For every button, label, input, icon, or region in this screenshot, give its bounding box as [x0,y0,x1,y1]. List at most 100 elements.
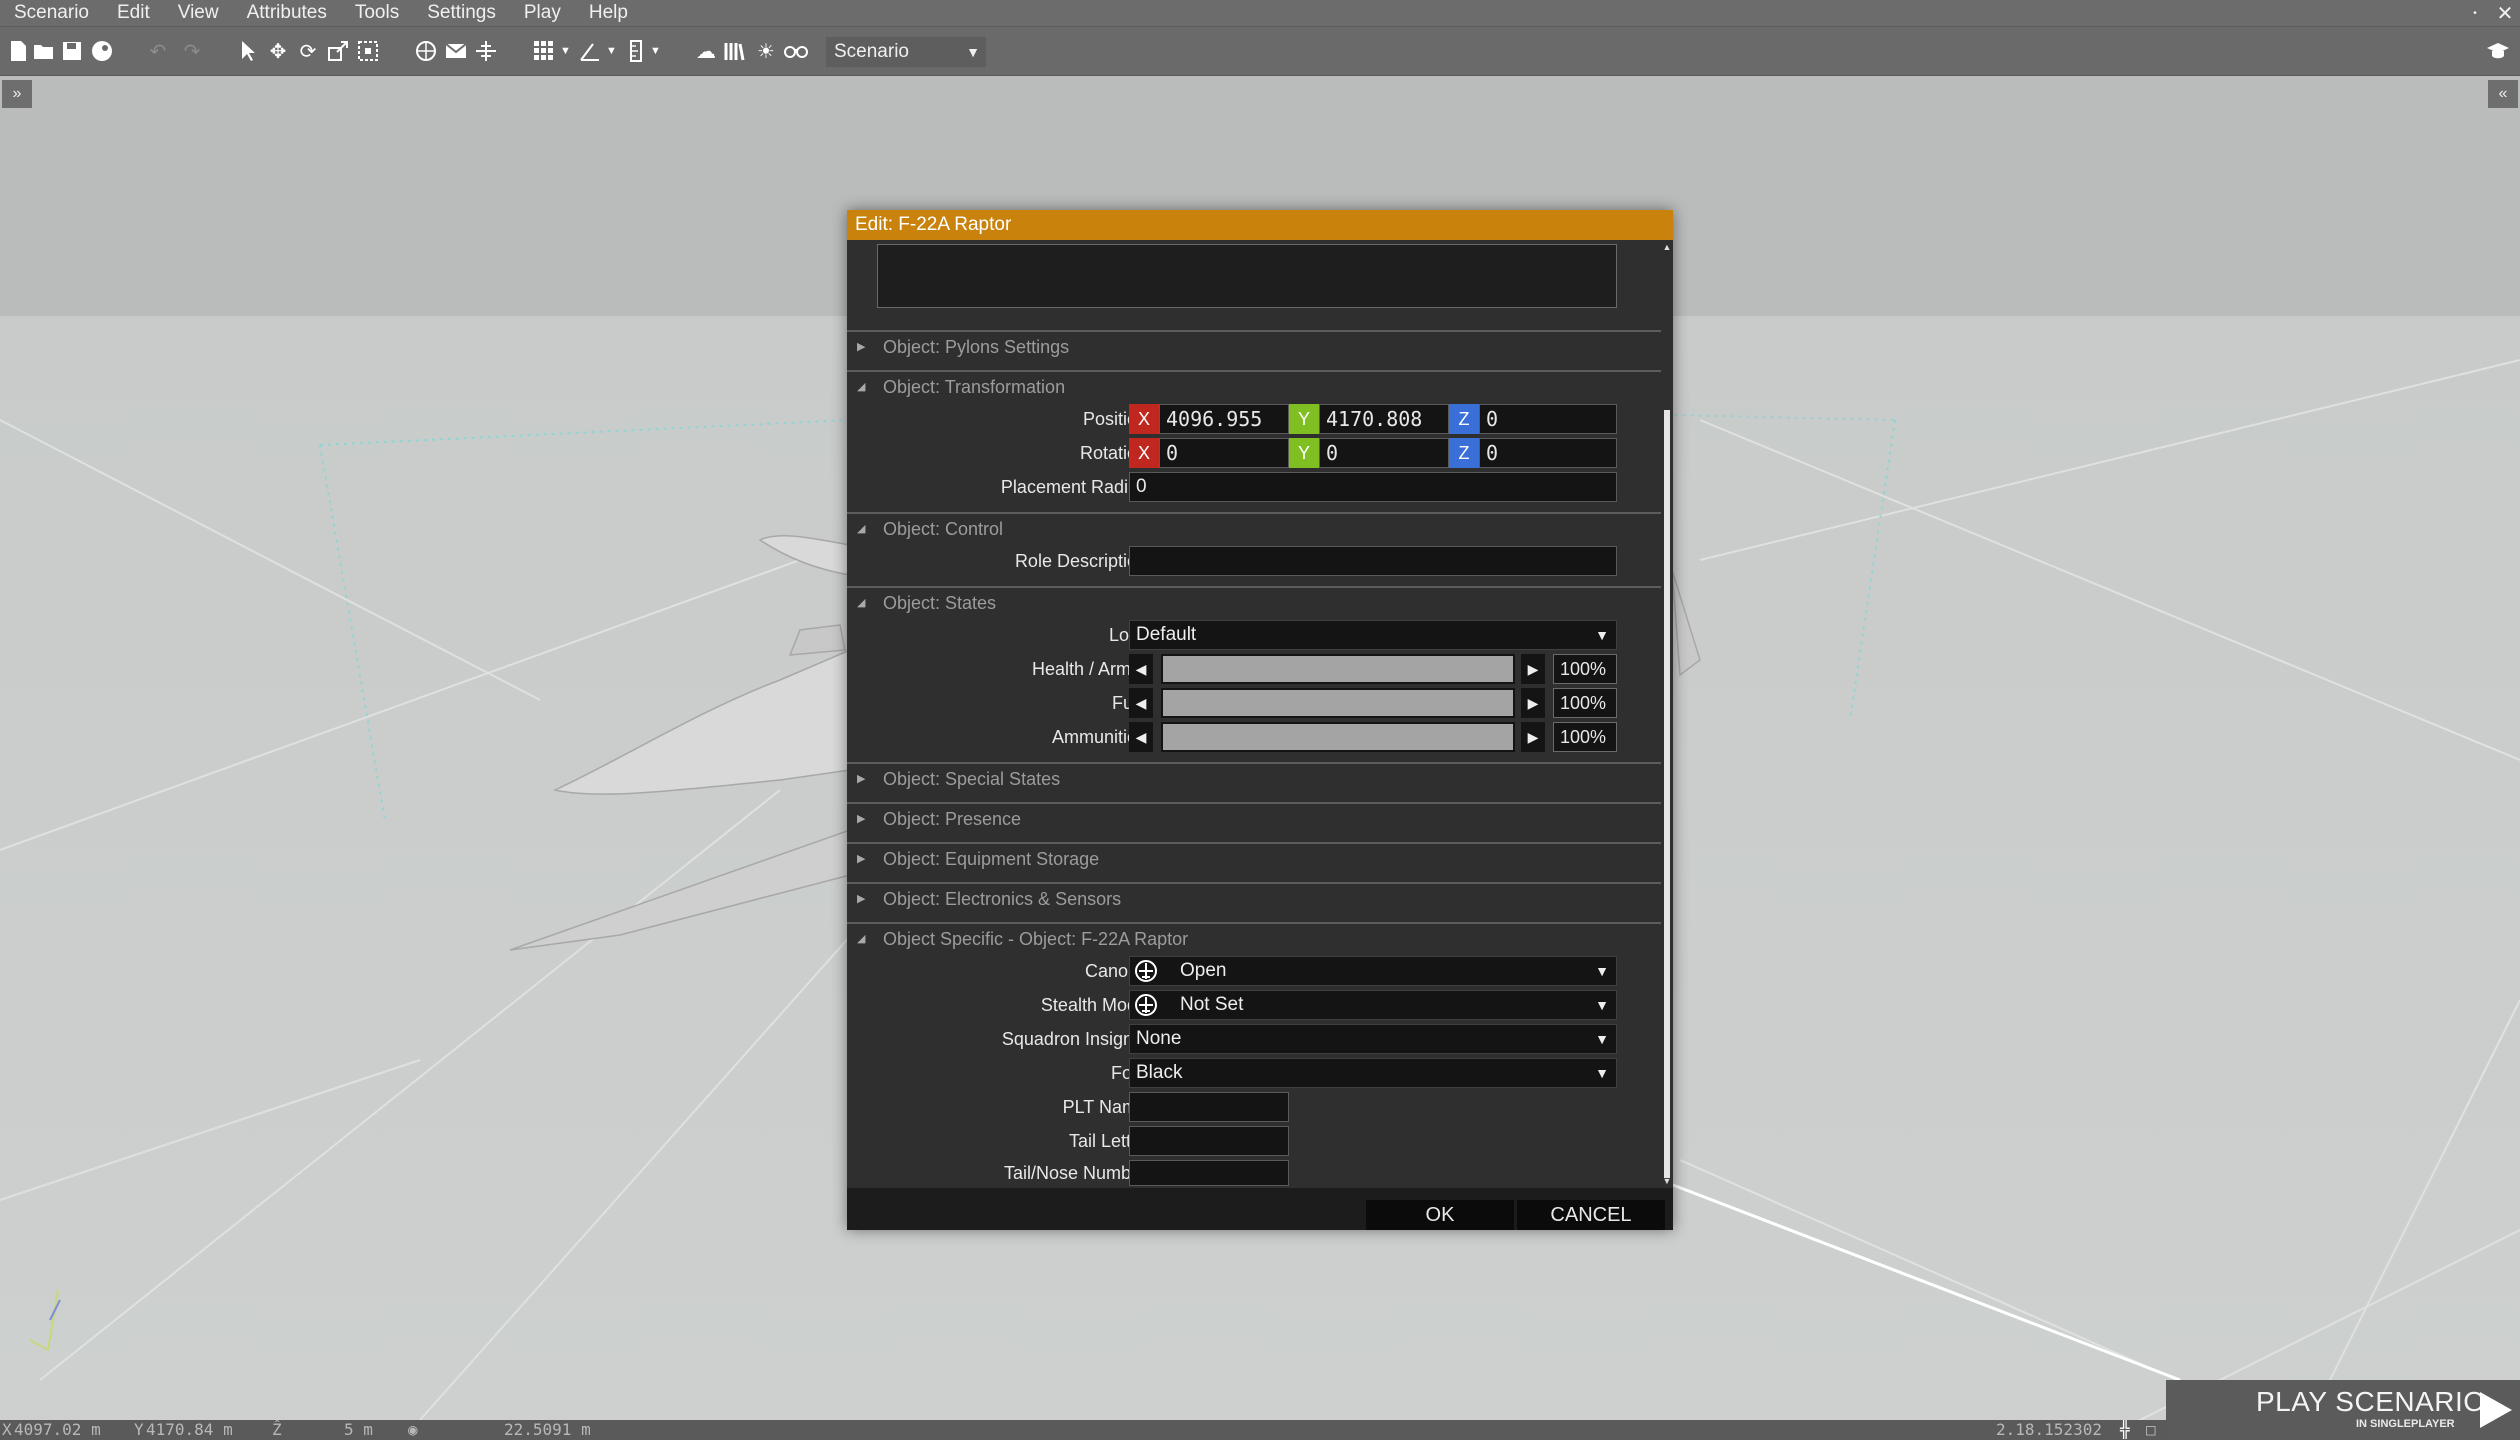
expand-arrow-icon: ▶ [857,773,866,785]
sun-icon[interactable]: ☀ [754,39,778,63]
rotation-y-field[interactable]: 0 [1319,438,1449,468]
section-equipment-storage[interactable]: ▶ Object: Equipment Storage [847,842,1661,872]
section-special-states[interactable]: ▶ Object: Special States [847,762,1661,792]
mail-icon[interactable] [444,39,468,63]
select-icon[interactable] [236,39,260,63]
mode-select[interactable]: Scenario ▼ [826,37,986,67]
menu-edit[interactable]: Edit [103,0,164,26]
position-z-field[interactable]: 0 [1479,404,1617,434]
chevron-down-icon: ▼ [1588,1025,1616,1053]
scale-icon[interactable] [326,39,350,63]
stealth-mode-select[interactable]: Not Set ▼ [1129,990,1617,1020]
health-value-field[interactable]: 100% [1553,654,1617,684]
fuel-decrease-button[interactable]: ◀ [1129,688,1153,718]
dialog-scrollbar-thumb[interactable] [1664,410,1670,1178]
section-label: Object: Electronics & Sensors [883,889,1122,909]
binoculars-icon[interactable] [784,39,808,63]
section-control[interactable]: ◢ Object: Control [847,512,1661,542]
play-scenario-button[interactable]: PLAY SCENARIO IN SINGLEPLAYER [2166,1380,2520,1440]
angle-icon[interactable] [578,39,602,63]
fuel-value-field[interactable]: 100% [1553,688,1617,718]
tail-letter-field[interactable] [1129,1126,1289,1156]
grid-dropdown-caret[interactable]: ▼ [560,41,571,61]
fuel-label: Fuel [847,688,1147,718]
fuel-increase-button[interactable]: ▶ [1521,688,1545,718]
placement-radius-field[interactable]: 0 [1129,472,1617,502]
dialog-title[interactable]: Edit: F-22A Raptor [847,210,1673,240]
save-icon[interactable] [60,39,84,63]
rotate-icon[interactable]: ⟳ [296,39,320,63]
position-x-field[interactable]: 4096.955 [1159,404,1289,434]
section-label: Object: Equipment Storage [883,849,1100,869]
scroll-down-icon[interactable]: ▼ [1662,1176,1672,1186]
health-increase-button[interactable]: ▶ [1521,654,1545,684]
chevron-down-icon: ▼ [966,44,980,60]
position-y-field[interactable]: 4170.808 [1319,404,1449,434]
tail-nose-number-field[interactable] [1129,1160,1289,1186]
menu-tools[interactable]: Tools [341,0,413,26]
squadron-insignia-select-value: None [1136,1028,1182,1049]
description-box[interactable] [877,244,1617,308]
font-select[interactable]: Black ▼ [1129,1058,1617,1088]
ammunition-increase-button[interactable]: ▶ [1521,722,1545,752]
open-folder-icon[interactable] [32,39,56,63]
globe-icon[interactable] [414,39,438,63]
weather-icon[interactable]: ☁ [694,39,718,63]
vertical-snap-icon[interactable] [474,39,498,63]
placement-radius-label: Placement Radius [1000,477,1147,497]
undo-icon[interactable]: ↶ [146,39,170,63]
ruler-icon[interactable] [624,39,648,63]
y-coordinate: 4170.84 m [146,1420,233,1439]
section-electronics-sensors[interactable]: ▶ Object: Electronics & Sensors [847,882,1661,912]
scroll-up-icon[interactable]: ▲ [1662,242,1672,252]
ammunition-decrease-button[interactable]: ◀ [1129,722,1153,752]
role-description-field[interactable] [1129,546,1617,576]
fuel-slider[interactable] [1161,688,1515,718]
expand-left-panel-button[interactable]: » [2,80,32,108]
box-select-icon[interactable] [356,39,380,63]
ammunition-slider[interactable] [1161,722,1515,752]
canopy-select[interactable]: Open ▼ [1129,956,1617,986]
cancel-button[interactable]: CANCEL [1517,1200,1665,1230]
squadron-insignia-select[interactable]: None ▼ [1129,1024,1617,1054]
section-presence[interactable]: ▶ Object: Presence [847,802,1661,832]
expand-right-panel-button[interactable]: « [2488,80,2518,108]
lock-select[interactable]: Default ▼ [1129,620,1617,650]
move-icon[interactable]: ✥ [266,39,290,63]
menu-help[interactable]: Help [575,0,642,26]
height-icon: Ẑ [272,1420,282,1439]
steam-icon[interactable] [90,39,114,63]
menu-attributes[interactable]: Attributes [233,0,341,26]
section-object-specific[interactable]: ◢ Object Specific - Object: F-22A Raptor [847,922,1661,952]
section-states[interactable]: ◢ Object: States [847,586,1661,616]
stealth-mode-label: Stealth Mode [1040,995,1147,1015]
section-transformation[interactable]: ◢ Object: Transformation [847,370,1661,400]
section-pylons[interactable]: ▶ Object: Pylons Settings [847,330,1661,360]
plt-name-field[interactable] [1129,1092,1289,1122]
menu-settings[interactable]: Settings [413,0,510,26]
expand-arrow-icon: ▶ [857,341,866,353]
squadron-insignia-label: Squadron Insignia [1001,1029,1147,1049]
version-number: 2.18.152302 [1996,1420,2102,1439]
ok-button[interactable]: OK [1366,1200,1514,1230]
angle-dropdown-caret[interactable]: ▼ [606,41,617,61]
new-file-icon[interactable] [6,39,30,63]
health-slider[interactable] [1161,654,1515,684]
graduation-cap-icon[interactable] [2486,39,2510,63]
section-label: Object: Presence [883,809,1022,829]
ruler-dropdown-caret[interactable]: ▼ [650,41,661,61]
library-icon[interactable] [722,39,746,63]
rotation-z-field[interactable]: 0 [1479,438,1617,468]
redo-icon[interactable]: ↷ [180,39,204,63]
menu-scenario[interactable]: Scenario [0,0,103,26]
grid-icon[interactable] [532,39,556,63]
expand-arrow-icon: ▶ [857,813,866,825]
menu-play[interactable]: Play [510,0,575,26]
ammunition-value-field[interactable]: 100% [1553,722,1617,752]
rotation-x-field[interactable]: 0 [1159,438,1289,468]
close-icon[interactable]: ✕ [2490,1,2520,26]
health-decrease-button[interactable]: ◀ [1129,654,1153,684]
axis-y-badge: Y [1289,404,1319,434]
menu-view[interactable]: View [164,0,233,26]
network-icon: ╬ [2120,1420,2130,1439]
